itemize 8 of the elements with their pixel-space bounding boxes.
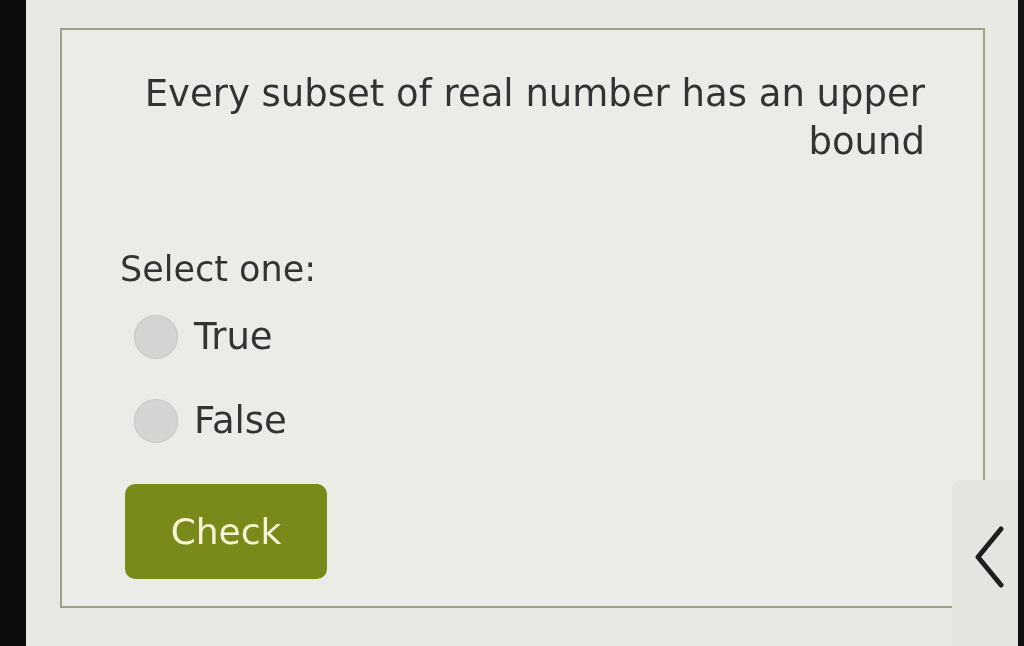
question-text: Every subset of real number has an upper bound bbox=[143, 71, 925, 165]
radio-button[interactable] bbox=[134, 315, 178, 359]
radio-button[interactable] bbox=[134, 399, 178, 443]
option-label[interactable]: True bbox=[194, 314, 273, 360]
option-label[interactable]: False bbox=[194, 398, 287, 444]
drawer-tab[interactable] bbox=[952, 480, 1018, 646]
prompt-text: Select one: bbox=[120, 248, 318, 290]
chevron-left-icon bbox=[974, 526, 1004, 588]
